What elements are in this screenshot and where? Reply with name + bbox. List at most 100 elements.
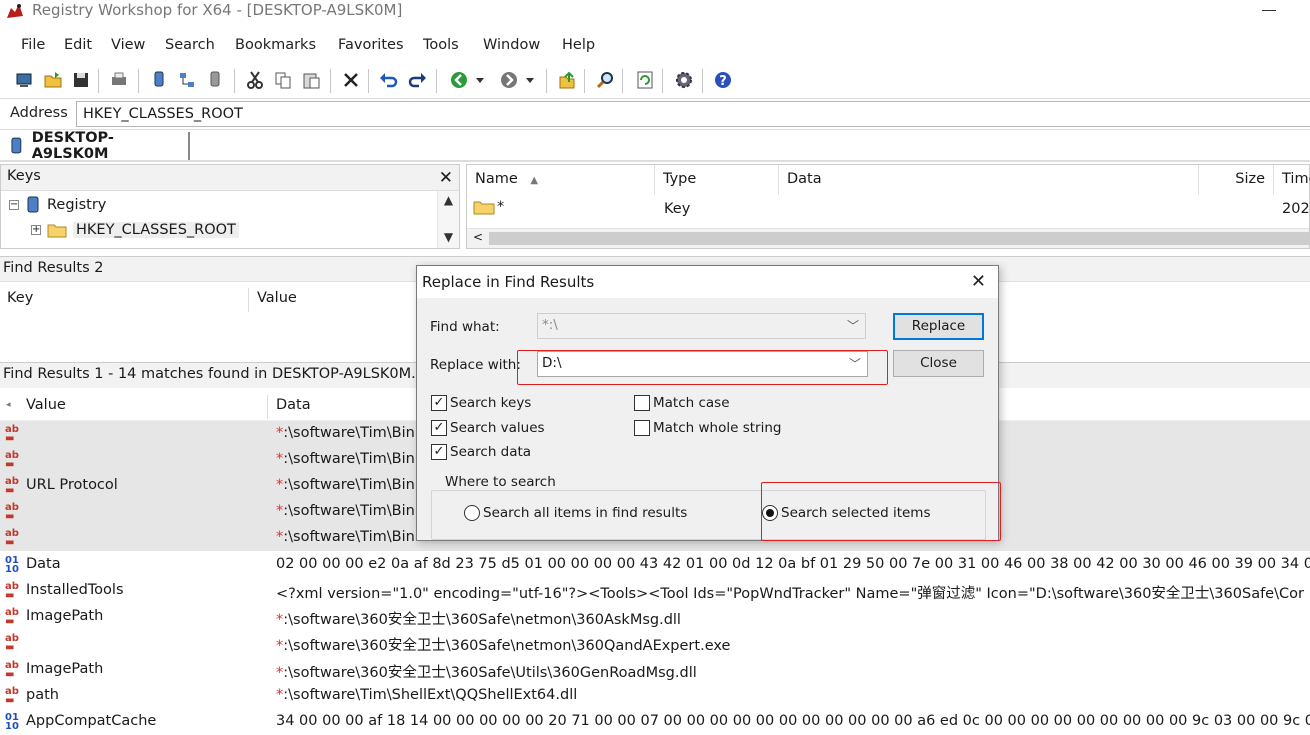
scroll-down-icon[interactable]: ▼	[438, 230, 459, 244]
result-row[interactable]: ab ▬ InstalledTools <?xml version="1.0" enc…	[0, 578, 1310, 604]
column-data[interactable]: Data	[779, 165, 1199, 195]
forward-icon[interactable]	[498, 69, 520, 91]
address-bar: Address HKEY_CLASSES_ROOT	[0, 98, 1310, 130]
back-icon[interactable]	[448, 69, 470, 91]
search-all-radio[interactable]: Search all items in find results	[464, 505, 687, 521]
up-level-icon[interactable]	[556, 69, 578, 91]
computer-icon[interactable]	[14, 69, 36, 91]
result-data: *:\software\360安全卫士\360Safe\netmon\360Qa…	[276, 634, 730, 655]
result-value-name: URL Protocol	[26, 477, 118, 493]
help-icon[interactable]: ?	[712, 69, 734, 91]
scroll-thumb[interactable]	[489, 232, 1309, 245]
result-row[interactable]: ab ▬ ImagePath *:\software\360安全卫士\360Safe\…	[0, 657, 1310, 683]
menu-tools[interactable]: Tools	[423, 37, 459, 53]
result-data-text: :\software\Tim\Bin	[283, 477, 415, 493]
value-time: 2020	[1282, 201, 1310, 217]
computer-tab[interactable]: DESKTOP-A9LSK0M	[0, 130, 190, 162]
column-type[interactable]: Type	[655, 165, 779, 195]
result-data-text: :\software\Tim\Bin	[283, 425, 415, 441]
minimize-button[interactable]	[1262, 10, 1276, 11]
undo-icon[interactable]	[378, 69, 400, 91]
window-title: Registry Workshop for X64 - [DESKTOP-A9L…	[32, 1, 403, 19]
result-data: *:\software\Tim\ShellExt\QQShellExt64.dl…	[276, 687, 577, 703]
result-row[interactable]: ab ▬ path *:\software\Tim\ShellExt\QQShellE…	[0, 683, 1310, 709]
close-icon[interactable]: ✕	[439, 168, 453, 188]
close-icon[interactable]: ✕	[971, 271, 986, 292]
result-row[interactable]: ab ▬ ImagePath *:\software\360安全卫士\360Safe\…	[0, 604, 1310, 630]
find-icon[interactable]	[594, 69, 616, 91]
menu-favorites[interactable]: Favorites	[338, 37, 404, 53]
column-data[interactable]: Data	[276, 397, 311, 413]
collapse-icon[interactable]: −	[9, 200, 19, 210]
result-data-text: :\software\Tim\ShellExt\QQShellExt64.dll	[283, 687, 578, 703]
network-icon[interactable]	[176, 69, 198, 91]
column-size[interactable]: Size	[1199, 165, 1274, 195]
tree-item-hkey-classes-root[interactable]: + HKEY_CLASSES_ROOT	[31, 218, 239, 242]
app-logo-icon	[7, 4, 23, 18]
print-icon[interactable]	[108, 69, 130, 91]
copy-icon[interactable]	[272, 69, 294, 91]
paste-icon[interactable]	[300, 69, 322, 91]
keys-scrollbar[interactable]: ▲ ▼	[437, 191, 459, 248]
open-folder-icon[interactable]	[42, 69, 64, 91]
settings-icon[interactable]	[673, 69, 695, 91]
delete-icon[interactable]	[340, 69, 362, 91]
disconnect-icon[interactable]	[204, 69, 226, 91]
menu-view[interactable]: View	[111, 37, 145, 53]
result-row[interactable]: 01 10 AppCompatCache 34 00 00 00 af 18 14 0…	[0, 709, 1310, 735]
menu-file[interactable]: File	[21, 37, 45, 53]
menu-bookmarks[interactable]: Bookmarks	[235, 37, 316, 53]
menu-window[interactable]: Window	[483, 37, 540, 53]
redo-icon[interactable]	[406, 69, 428, 91]
sort-asc-icon: ▲	[530, 175, 539, 186]
title-bar: Registry Workshop for X64 - [DESKTOP-A9L…	[0, 0, 1310, 24]
column-value[interactable]: Value	[257, 290, 297, 306]
result-data-text: :\software\Tim\Bin	[283, 451, 415, 467]
column-value[interactable]: Value	[26, 397, 66, 413]
result-row[interactable]: 01 10 Data 02 00 00 00 e2 0a af 8d 23 75 d5…	[0, 552, 1310, 578]
scroll-up-icon[interactable]: ▲	[438, 193, 459, 207]
refresh-icon[interactable]	[634, 69, 656, 91]
connect-registry-icon[interactable]	[148, 69, 170, 91]
result-data: <?xml version="1.0" encoding="utf-16"?><…	[276, 582, 1304, 603]
menu-help[interactable]: Help	[562, 37, 595, 53]
match-case-checkbox[interactable]: Match case	[634, 395, 730, 411]
menu-edit[interactable]: Edit	[64, 37, 92, 53]
keys-pane: Keys ✕ − Registry + HKEY_CLASSES_ROOT ▲ …	[0, 164, 460, 249]
back-dropdown-icon[interactable]	[473, 69, 487, 91]
value-type: Key	[664, 201, 691, 217]
result-row[interactable]: ab ▬ *:\software\360安全卫士\360Safe\netmon\36…	[0, 630, 1310, 656]
string-value-icon: ab ▬	[5, 660, 19, 680]
menu-search[interactable]: Search	[165, 37, 215, 53]
search-keys-checkbox[interactable]: ✓ Search keys	[431, 395, 531, 411]
forward-dropdown-icon[interactable]	[523, 69, 537, 91]
column-name[interactable]: Name ▲	[467, 165, 655, 195]
search-values-checkbox[interactable]: ✓ Search values	[431, 420, 545, 436]
result-data: *:\software\360安全卫士\360Safe\Utils\360Gen…	[276, 661, 697, 682]
toolbar: ?	[0, 64, 1310, 96]
result-data: *:\software\360安全卫士\360Safe\netmon\360As…	[276, 608, 681, 629]
keys-pane-header: Keys ✕	[1, 165, 459, 191]
match-whole-string-checkbox[interactable]: Match whole string	[634, 420, 781, 436]
close-button[interactable]: Close	[893, 350, 984, 377]
cut-icon[interactable]	[244, 69, 266, 91]
checkmark-icon: ✓	[431, 420, 447, 436]
expand-icon[interactable]: +	[31, 225, 41, 235]
result-data-text: :\software\Tim\Bin	[283, 503, 415, 519]
string-value-icon: ab ▬	[5, 581, 19, 601]
column-key[interactable]: Key	[7, 290, 33, 306]
column-time[interactable]: Time	[1274, 165, 1310, 195]
value-row[interactable]: *	[473, 199, 504, 215]
address-input[interactable]: HKEY_CLASSES_ROOT	[76, 101, 1310, 127]
scroll-left-icon[interactable]: <	[473, 230, 483, 244]
search-data-checkbox[interactable]: ✓ Search data	[431, 444, 531, 460]
result-data-text: :\software\360安全卫士\360Safe\netmon\360Ask…	[283, 612, 681, 628]
find-what-field[interactable]: *:\ ﹀	[537, 313, 866, 339]
replace-button[interactable]: Replace	[893, 313, 984, 340]
values-hscrollbar[interactable]: <	[467, 228, 1309, 248]
folder-icon	[47, 224, 67, 238]
tree-item-registry[interactable]: − Registry	[9, 193, 106, 217]
tree-label: Registry	[47, 197, 107, 213]
result-data-text: :\software\Tim\Bin	[283, 529, 415, 545]
save-icon[interactable]	[70, 69, 92, 91]
